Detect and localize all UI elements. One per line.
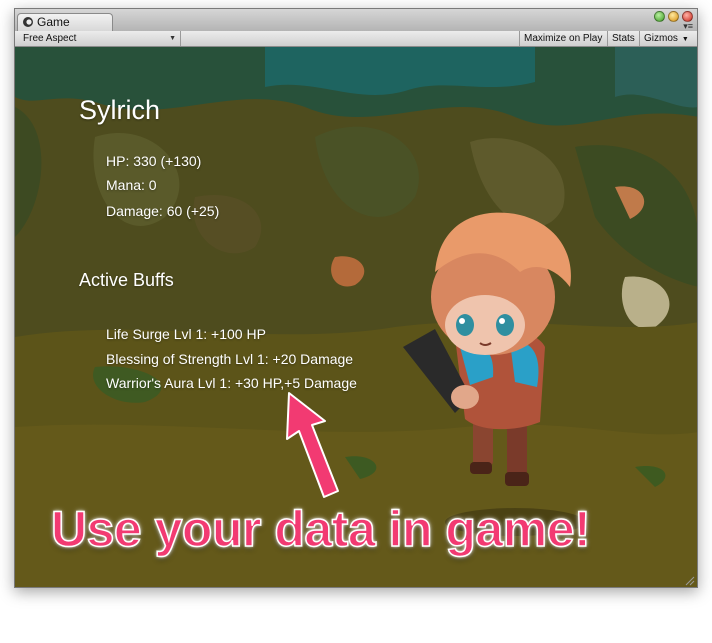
zoom-button[interactable]	[654, 11, 665, 22]
stats-button[interactable]: Stats	[607, 31, 639, 46]
stat-damage: Damage: 60 (+25)	[106, 203, 220, 219]
minimize-button[interactable]	[668, 11, 679, 22]
stat-mana: Mana: 0	[106, 177, 157, 193]
game-window: Game ▾≡ Free Aspect ▼ Maximize on Play S…	[14, 8, 698, 588]
stats-label: Stats	[612, 33, 635, 44]
maximize-label: Maximize on Play	[524, 33, 603, 44]
tab-label: Game	[37, 15, 70, 29]
maximize-on-play-button[interactable]: Maximize on Play	[519, 31, 606, 46]
aspect-value: Free Aspect	[23, 33, 77, 44]
buff-item: Blessing of Strength Lvl 1: +20 Damage	[106, 351, 354, 367]
unity-game-icon	[22, 16, 34, 28]
gizmos-dropdown[interactable]: Gizmos ▼	[639, 31, 693, 46]
pane-menu-icon[interactable]: ▾≡	[683, 22, 693, 31]
dropdown-arrow-icon: ▼	[169, 35, 176, 42]
title-bar: Game ▾≡	[15, 9, 697, 32]
callout-text: Use your data in game!	[50, 500, 591, 558]
gizmos-label: Gizmos	[644, 33, 678, 44]
game-viewport[interactable]: Sylrich HP: 330 (+130) Mana: 0 Damage: 6…	[15, 47, 697, 587]
buff-item: Warrior's Aura Lvl 1: +30 HP,+5 Damage	[106, 375, 357, 391]
resize-grip-icon[interactable]	[685, 576, 695, 586]
game-toolbar: Free Aspect ▼ Maximize on Play Stats Giz…	[15, 31, 697, 47]
buff-item: Life Surge Lvl 1: +100 HP	[106, 326, 266, 342]
stat-hp: HP: 330 (+130)	[106, 153, 202, 169]
dropdown-arrow-icon: ▼	[681, 36, 689, 43]
tab-game[interactable]: Game	[17, 13, 113, 31]
character-name: Sylrich	[79, 95, 161, 125]
aspect-dropdown[interactable]: Free Aspect ▼	[19, 31, 181, 46]
active-buffs-title: Active Buffs	[79, 270, 174, 290]
pointer-arrow-icon	[286, 392, 339, 498]
